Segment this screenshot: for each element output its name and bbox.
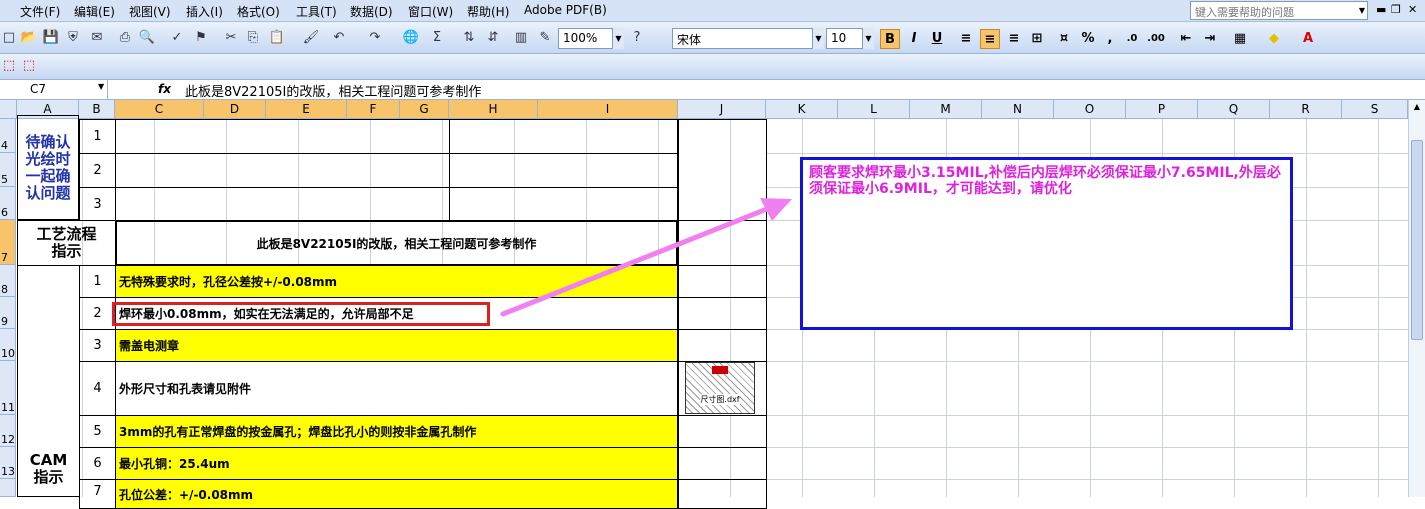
scroll-up-icon[interactable]: ▲ (1411, 102, 1423, 116)
scrollbar-thumb[interactable] (1411, 140, 1423, 340)
comment-textbox[interactable]: 顾客要求焊环最小3.15MIL,补偿后内层焊环必须保证最小7.65MIL,外层必… (800, 157, 1293, 330)
vertical-scrollbar[interactable]: ▲ (1408, 100, 1425, 497)
